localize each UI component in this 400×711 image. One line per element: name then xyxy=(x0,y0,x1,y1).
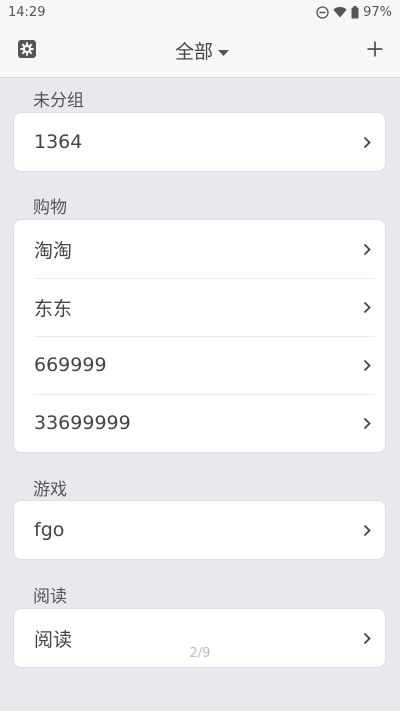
group-card-ungrouped: 1364 xyxy=(13,112,386,172)
group-card-games: fgo xyxy=(13,500,386,560)
chevron-right-icon xyxy=(363,359,371,372)
status-bar: 14:29 97% xyxy=(0,0,400,24)
page-indicator: 2/9 xyxy=(189,646,211,661)
group-label-ungrouped: 未分组 xyxy=(33,91,84,111)
chevron-right-icon xyxy=(363,136,371,149)
top-bar: 全部 xyxy=(0,24,400,78)
list-item-label: fgo xyxy=(34,519,65,541)
settings-button[interactable] xyxy=(0,24,54,78)
plus-icon xyxy=(367,41,383,61)
list-item[interactable]: 1364 xyxy=(14,113,385,171)
status-icons: 97% xyxy=(316,5,392,20)
list-item-label: 东东 xyxy=(34,297,73,320)
list-item[interactable]: fgo xyxy=(14,501,385,559)
list-item[interactable]: 669999 xyxy=(14,336,385,394)
do-not-disturb-icon xyxy=(316,5,329,19)
header-title: 全部 xyxy=(174,41,213,63)
battery-icon xyxy=(351,5,359,19)
list-item-label: 1364 xyxy=(34,131,83,153)
battery-percent: 97% xyxy=(363,4,392,20)
chevron-right-icon xyxy=(363,632,371,645)
list-item-label: 33699999 xyxy=(34,412,131,434)
chevron-right-icon xyxy=(363,524,371,537)
status-time: 14:29 xyxy=(8,4,46,20)
group-filter-dropdown[interactable]: 全部 xyxy=(175,37,229,64)
list-item[interactable]: 淘淘 xyxy=(14,220,385,278)
dropdown-arrow-icon xyxy=(218,40,229,62)
chevron-right-icon xyxy=(363,243,371,256)
list-item-label: 669999 xyxy=(34,354,107,376)
list-item-label: 淘淘 xyxy=(34,239,73,262)
chevron-right-icon xyxy=(363,301,371,314)
list-item[interactable]: 33699999 xyxy=(14,394,385,452)
chevron-right-icon xyxy=(363,417,371,430)
add-button[interactable] xyxy=(350,24,400,78)
group-label-reading: 阅读 xyxy=(33,587,67,607)
settings-icon xyxy=(17,39,37,63)
group-label-games: 游戏 xyxy=(33,480,67,500)
wifi-icon xyxy=(333,6,347,18)
group-label-shopping: 购物 xyxy=(33,198,67,218)
group-card-shopping: 淘淘 东东 669999 33699999 xyxy=(13,219,386,453)
list-item[interactable]: 东东 xyxy=(14,278,385,336)
